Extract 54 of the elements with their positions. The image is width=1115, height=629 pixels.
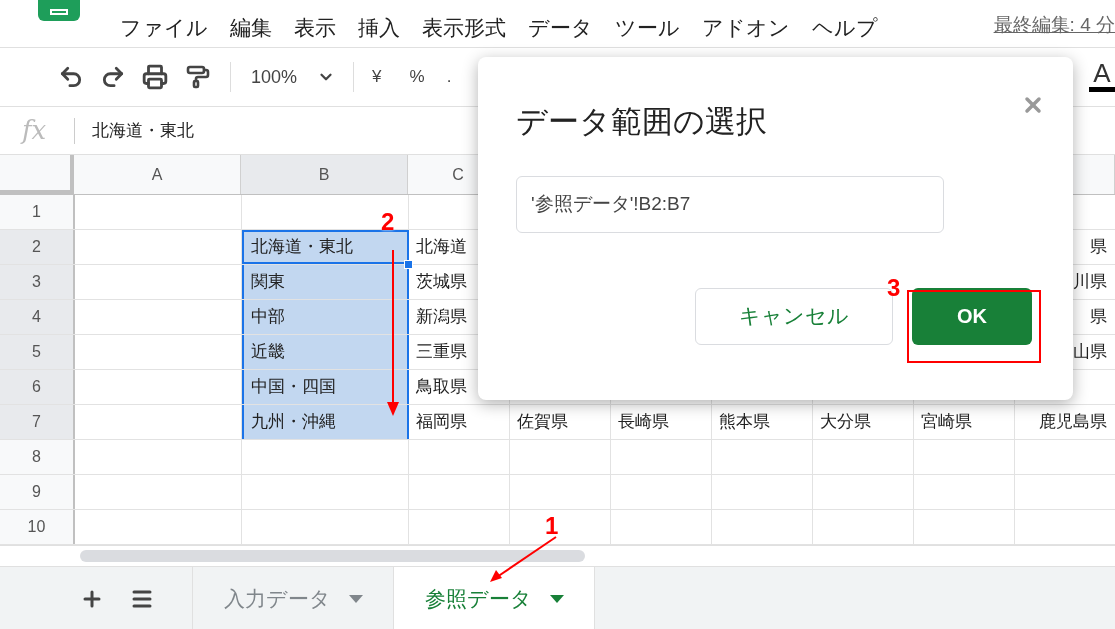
row-header[interactable]: 5 [0,335,75,369]
table-cell: 中国・四国 [242,370,409,404]
caret-icon [348,594,363,603]
percent-button[interactable]: % [409,64,425,90]
table-cell: 福岡県 [409,405,510,439]
row-header[interactable]: 4 [0,300,75,334]
table-cell: 鹿児島県 [1015,405,1115,439]
row-header[interactable]: 8 [0,440,75,474]
decimal-button[interactable]: . [446,64,452,90]
menu-item[interactable]: アドオン [702,11,790,44]
table-cell: 中部 [242,300,409,334]
row-header[interactable]: 7 [0,405,75,439]
table-cell: 熊本県 [712,405,813,439]
column-header[interactable]: B [241,155,408,194]
step-number: 1 [545,511,559,541]
table-cell: 長崎県 [611,405,712,439]
menu-item[interactable]: 挿入 [358,11,400,44]
row-header[interactable]: 10 [0,510,75,544]
range-input[interactable]: '参照データ'!B2:B7 [516,175,944,233]
row-header[interactable]: 1 [0,195,75,229]
menu-item[interactable]: データ [528,11,593,44]
paint-format-icon[interactable] [186,65,210,89]
table-cell: 関東 [242,265,409,299]
row-header[interactable]: 6 [0,370,75,404]
last-edit-link[interactable]: 最終編集: 4 分 [993,7,1115,40]
arrow [490,536,557,582]
zoom-dropdown[interactable]: 100% [251,63,336,91]
table-cell: 大分県 [813,405,914,439]
menu-item[interactable]: ファイル [120,11,208,44]
ok-button[interactable]: OK [912,287,1032,345]
menu-item[interactable]: 編集 [230,11,272,44]
table-cell: 近畿 [242,335,409,369]
column-header[interactable]: A [74,155,241,194]
undo-icon[interactable] [58,64,84,90]
table-cell: 宮崎県 [914,405,1015,439]
menu-item[interactable]: ヘルプ [812,11,878,44]
menu-item[interactable]: ツール [615,11,680,44]
table-cell: 佐賀県 [510,405,611,439]
horizontal-scrollbar[interactable] [80,550,585,562]
dialog-title: データ範囲の選択 [516,103,767,141]
print-icon[interactable] [142,64,168,90]
fill-handle[interactable] [404,260,413,269]
formula-value[interactable]: 北海道・東北 [92,117,194,144]
row-header[interactable]: 2 [0,230,75,264]
row-header[interactable]: 9 [0,475,75,509]
caret-icon [549,594,564,603]
redo-icon[interactable] [100,64,126,90]
menu-item[interactable]: 表示 [294,11,336,44]
row-header[interactable]: 3 [0,265,75,299]
fx-label: fx [22,114,48,147]
menu-item[interactable]: 表示形式 [422,11,506,44]
sheet-tab[interactable]: 参照データ [394,567,595,629]
table-cell: 九州・沖縄 [242,405,409,439]
currency-button[interactable]: ¥ [372,64,382,90]
